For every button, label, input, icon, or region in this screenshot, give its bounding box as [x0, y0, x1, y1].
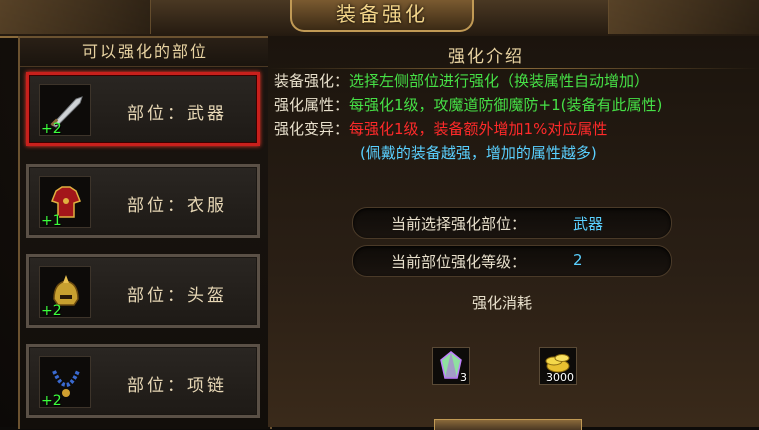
intro-line-text: 每强化1级，攻魔道防御魔防+1(装备有此属性): [349, 96, 663, 114]
intro-line: 装备强化：选择左侧部位进行强化（换装属性自动增加）: [274, 70, 649, 92]
part-level-value: 2: [573, 251, 583, 269]
selected-part-value: 武器: [573, 215, 604, 233]
dragon-ornament-right: [608, 0, 759, 34]
intro-line-text: (佩戴的装备越强，增加的属性越多): [360, 144, 597, 162]
intro-panel: 强化介绍 装备强化：选择左侧部位进行强化（换装属性自动增加） 强化属性：每强化1…: [268, 36, 759, 430]
slot-level: +2: [41, 393, 62, 409]
slot-armor[interactable]: +1 部位：衣服: [26, 164, 260, 238]
selected-part-row: 当前选择强化部位： 武器: [352, 207, 672, 239]
selected-part-label: 当前选择强化部位：: [391, 215, 527, 233]
crystal-icon[interactable]: 3: [432, 347, 470, 385]
part-level-label: 当前部位强化等级：: [391, 253, 527, 271]
intro-header: 强化介绍: [448, 47, 524, 67]
slot-label: 部位：武器: [127, 104, 227, 124]
slot-weapon[interactable]: +2 部位：武器: [26, 72, 260, 146]
intro-line: (佩戴的装备越强，增加的属性越多): [360, 142, 597, 164]
slot-label: 部位：头盔: [127, 286, 227, 306]
part-level-row: 当前部位强化等级： 2: [352, 245, 672, 277]
cost-qty: 3: [460, 371, 467, 384]
intro-line: 强化变异：每强化1级，装备额外增加1%对应属性: [274, 118, 607, 140]
header-divider: [268, 68, 759, 69]
intro-line-label: 强化变异：: [274, 120, 350, 138]
game-window: 装备强化 可以强化的部位 +2 部位：武器 +1 部位：衣服 +2 部位：头盔 …: [0, 0, 759, 430]
slot-level: +2: [41, 303, 62, 319]
cost-qty: 3000: [546, 371, 574, 384]
slot-necklace[interactable]: +2 部位：项链: [26, 344, 260, 418]
intro-line: 强化属性：每强化1级，攻魔道防御魔防+1(装备有此属性): [274, 94, 662, 116]
intro-line-text: 选择左侧部位进行强化（换装属性自动增加）: [349, 72, 650, 90]
dragon-ornament-left: [0, 0, 151, 34]
gold-coins-icon[interactable]: 3000: [539, 347, 577, 385]
intro-line-label: 强化属性：: [274, 96, 350, 114]
enhance-button[interactable]: [434, 419, 582, 430]
cost-title: 强化消耗: [472, 294, 533, 312]
intro-line-label: 装备强化：: [274, 72, 350, 90]
intro-line-text: 每强化1级，装备额外增加1%对应属性: [349, 120, 608, 138]
slot-list-header: 可以强化的部位: [20, 38, 270, 67]
window-title-plate: 装备强化: [290, 0, 474, 32]
slot-label: 部位：项链: [127, 376, 227, 396]
slot-level: +2: [41, 121, 62, 137]
slot-level: +1: [41, 213, 62, 229]
slot-list-panel: 可以强化的部位 +2 部位：武器 +1 部位：衣服 +2 部位：头盔 +2 部位…: [18, 36, 272, 429]
slot-label: 部位：衣服: [127, 196, 227, 216]
slot-helmet[interactable]: +2 部位：头盔: [26, 254, 260, 328]
window-title: 装备强化: [336, 2, 428, 26]
